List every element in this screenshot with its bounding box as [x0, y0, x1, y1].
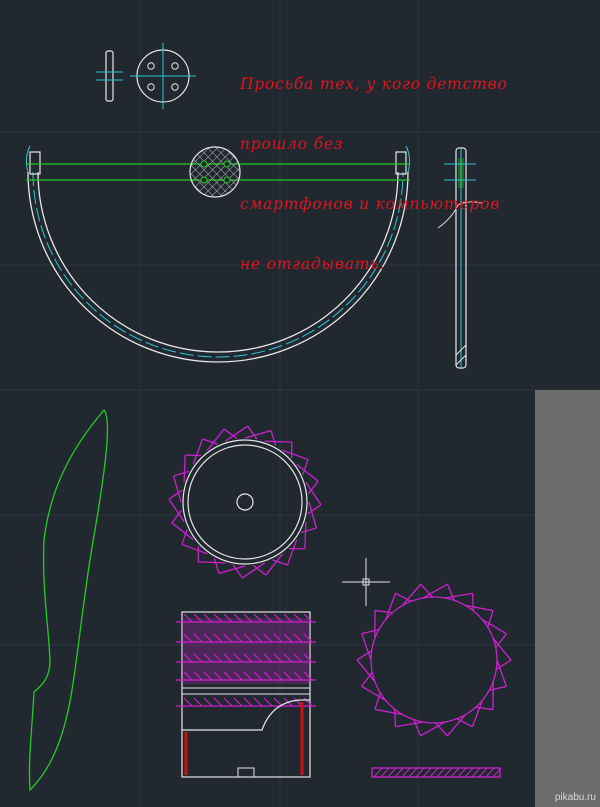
note-line-1: Просьба тех, у кого детство: [240, 75, 508, 93]
toothed-ring-bottom: [356, 583, 512, 737]
crosshair-cursor-icon: [342, 558, 390, 606]
button-side-view: [96, 50, 123, 102]
note-line-4: не отгадывать.: [240, 255, 386, 273]
side-panel: [535, 390, 600, 807]
hatched-strip: [371, 767, 502, 778]
watermark: pikabu.ru: [554, 792, 596, 803]
note-line-3: смартфонов и компьютеров: [240, 195, 501, 213]
red-note-text: Просьба тех, у кого детство прошло без с…: [240, 34, 600, 294]
knurled-cylinder: [176, 611, 316, 778]
note-line-2: прошло без: [240, 135, 344, 153]
leaf-spline: [28, 408, 109, 792]
toothed-disc-top: [168, 425, 322, 579]
